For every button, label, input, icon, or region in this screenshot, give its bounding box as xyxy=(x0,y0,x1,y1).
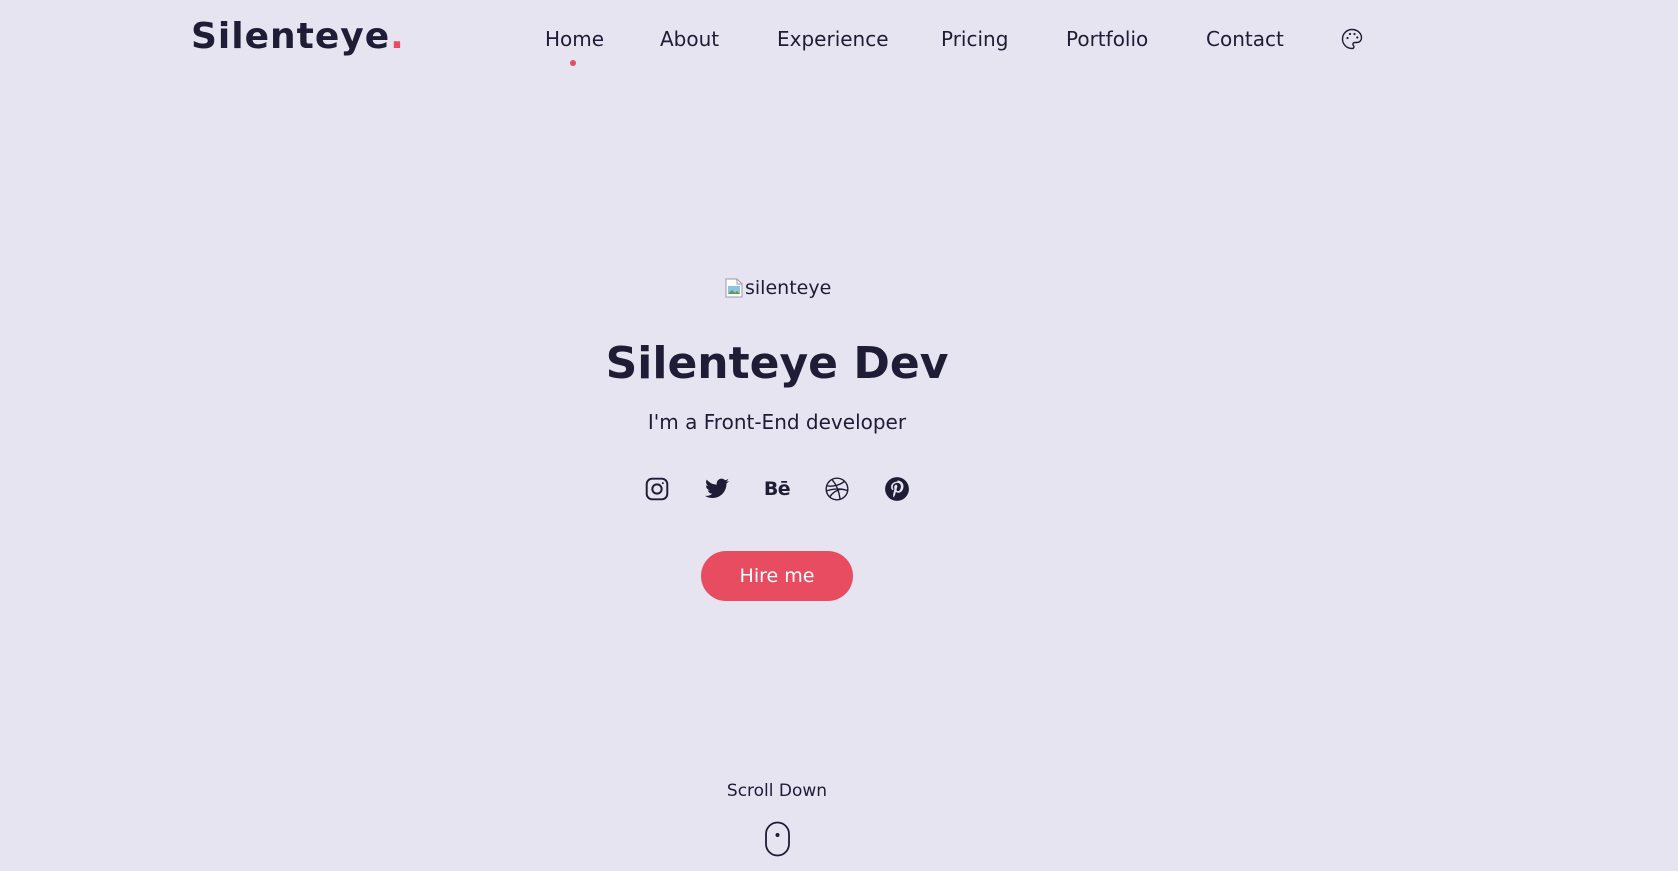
dribbble-link[interactable] xyxy=(822,474,852,504)
twitter-link[interactable] xyxy=(702,474,732,504)
dribbble-icon xyxy=(825,477,849,501)
instagram-icon xyxy=(645,477,669,501)
pinterest-icon xyxy=(885,477,909,501)
hire-me-button[interactable]: Hire me xyxy=(701,551,853,601)
profile-image-alt-text: silenteye xyxy=(745,277,832,299)
pinterest-link[interactable] xyxy=(882,474,912,504)
hero-title: Silenteye Dev xyxy=(605,338,949,389)
scroll-down-label: Scroll Down xyxy=(726,781,828,801)
twitter-icon xyxy=(705,478,729,498)
behance-icon: Bē xyxy=(763,478,791,500)
scroll-down-button[interactable] xyxy=(764,821,791,857)
hero-section: silenteye Silenteye Dev I'm a Front-End … xyxy=(0,0,1678,871)
hero-subtitle: I'm a Front-End developer xyxy=(647,410,907,434)
broken-image-icon xyxy=(725,278,743,298)
instagram-link[interactable] xyxy=(642,474,672,504)
profile-image: silenteye xyxy=(725,274,835,302)
behance-link[interactable]: Bē xyxy=(762,474,792,504)
mouse-icon xyxy=(765,821,790,857)
